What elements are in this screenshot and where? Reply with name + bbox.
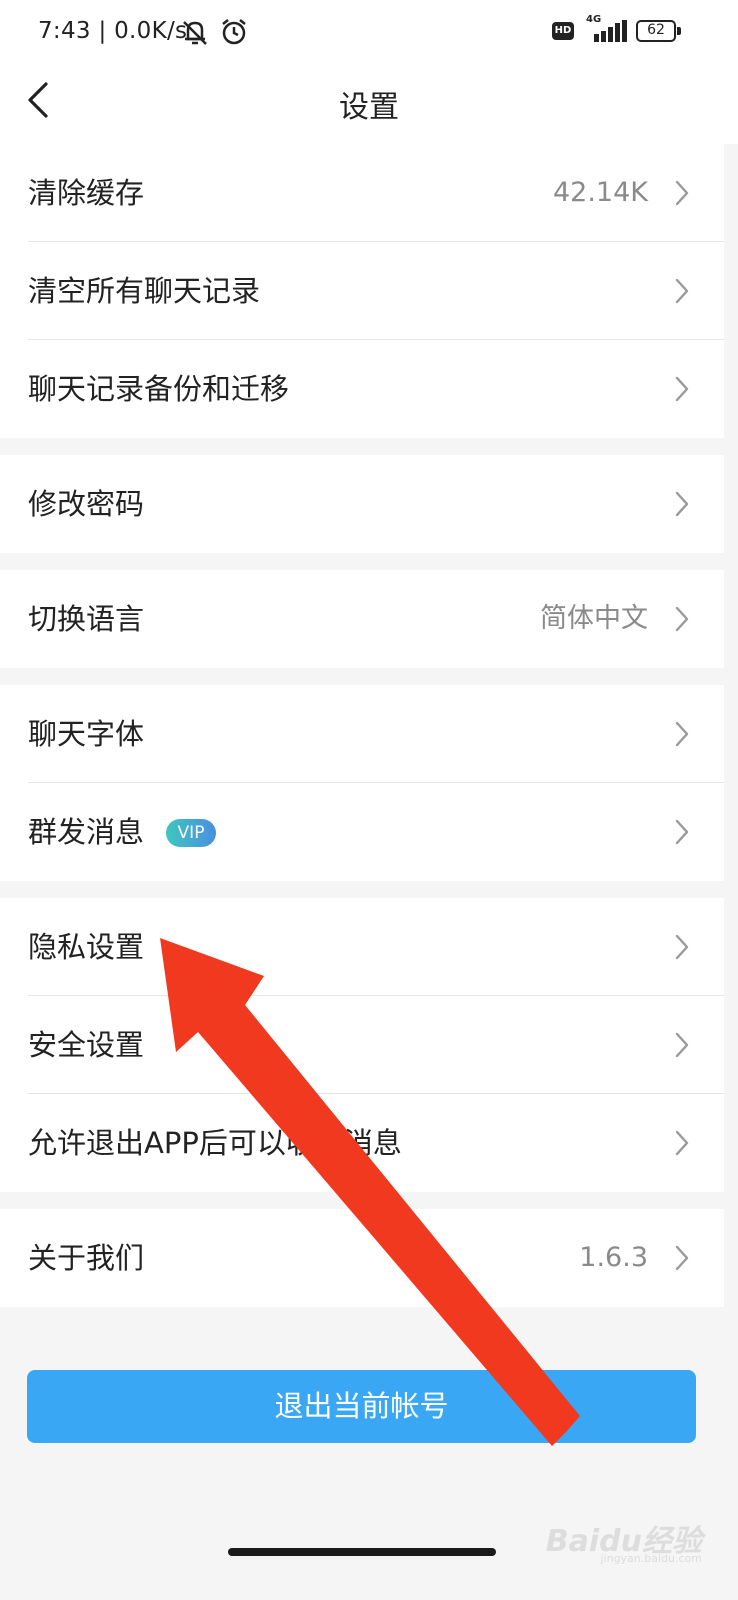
security-settings-row[interactable]: 安全设置 — [0, 996, 724, 1094]
privacy-settings-label: 隐私设置 — [28, 930, 145, 964]
current-language-value: 简体中文 — [540, 603, 648, 634]
battery-icon: 62 — [636, 20, 681, 42]
background-messages-label: 允许退出APP后可以收到消息 — [28, 1126, 402, 1160]
chevron-right-icon — [675, 376, 689, 402]
logout-button[interactable]: 退出当前帐号 — [27, 1370, 696, 1443]
bell-muted-icon — [183, 21, 207, 45]
hd-voice-icon: HD — [552, 22, 574, 40]
group-message-label: 群发消息 — [28, 815, 145, 849]
switch-language-label: 切换语言 — [28, 602, 145, 636]
settings-group-chat: 聊天字体 群发消息 VIP — [0, 685, 724, 881]
chevron-right-icon — [675, 1245, 689, 1271]
about-us-row[interactable]: 关于我们 1.6.3 — [0, 1209, 724, 1307]
settings-group-password: 修改密码 — [0, 455, 724, 553]
settings-group-language: 切换语言 简体中文 — [0, 570, 724, 668]
change-password-row[interactable]: 修改密码 — [0, 455, 724, 553]
chevron-right-icon — [675, 491, 689, 517]
clear-chat-history-label: 清空所有聊天记录 — [28, 274, 261, 308]
settings-group-storage: 清除缓存 42.14K 清空所有聊天记录 聊天记录备份和迁移 — [0, 144, 724, 438]
chevron-right-icon — [675, 721, 689, 747]
home-indicator[interactable] — [228, 1548, 496, 1556]
security-settings-label: 安全设置 — [28, 1028, 145, 1062]
status-bar: 7:43 | 0.0K/s HD 4G 62 — [0, 0, 738, 64]
clear-cache-row[interactable]: 清除缓存 42.14K — [0, 144, 724, 242]
chevron-right-icon — [675, 1032, 689, 1058]
app-version-value: 1.6.3 — [579, 1242, 648, 1273]
cache-size-value: 42.14K — [552, 177, 648, 208]
chevron-right-icon — [675, 1130, 689, 1156]
switch-language-row[interactable]: 切换语言 简体中文 — [0, 570, 724, 668]
watermark-url: jingyan.baidu.com — [600, 1552, 702, 1565]
chat-font-row[interactable]: 聊天字体 — [0, 685, 724, 783]
status-time: 7:43 | 0.0K/s — [38, 18, 188, 44]
chat-backup-row[interactable]: 聊天记录备份和迁移 — [0, 340, 724, 438]
chevron-right-icon — [675, 934, 689, 960]
group-message-row[interactable]: 群发消息 VIP — [0, 783, 724, 881]
background-messages-row[interactable]: 允许退出APP后可以收到消息 — [0, 1094, 724, 1192]
chat-backup-label: 聊天记录备份和迁移 — [28, 372, 290, 406]
chevron-right-icon — [675, 606, 689, 632]
alarm-clock-icon — [222, 19, 246, 45]
settings-group-about: 关于我们 1.6.3 — [0, 1209, 724, 1307]
settings-group-privacy: 隐私设置 安全设置 允许退出APP后可以收到消息 — [0, 898, 724, 1192]
signal-strength-icon — [594, 20, 627, 42]
clear-chat-history-row[interactable]: 清空所有聊天记录 — [0, 242, 724, 340]
chevron-right-icon — [675, 180, 689, 206]
chat-font-label: 聊天字体 — [28, 717, 145, 751]
page-header: 设置 — [0, 64, 738, 144]
privacy-settings-row[interactable]: 隐私设置 — [0, 898, 724, 996]
chevron-right-icon — [675, 278, 689, 304]
chevron-right-icon — [675, 819, 689, 845]
page-title: 设置 — [339, 90, 399, 125]
change-password-label: 修改密码 — [28, 487, 145, 521]
baidu-watermark: Baidu经验 jingyan.baidu.com — [546, 1516, 702, 1565]
clear-cache-label: 清除缓存 — [28, 176, 145, 210]
vip-badge: VIP — [166, 819, 216, 847]
about-us-label: 关于我们 — [28, 1241, 145, 1275]
